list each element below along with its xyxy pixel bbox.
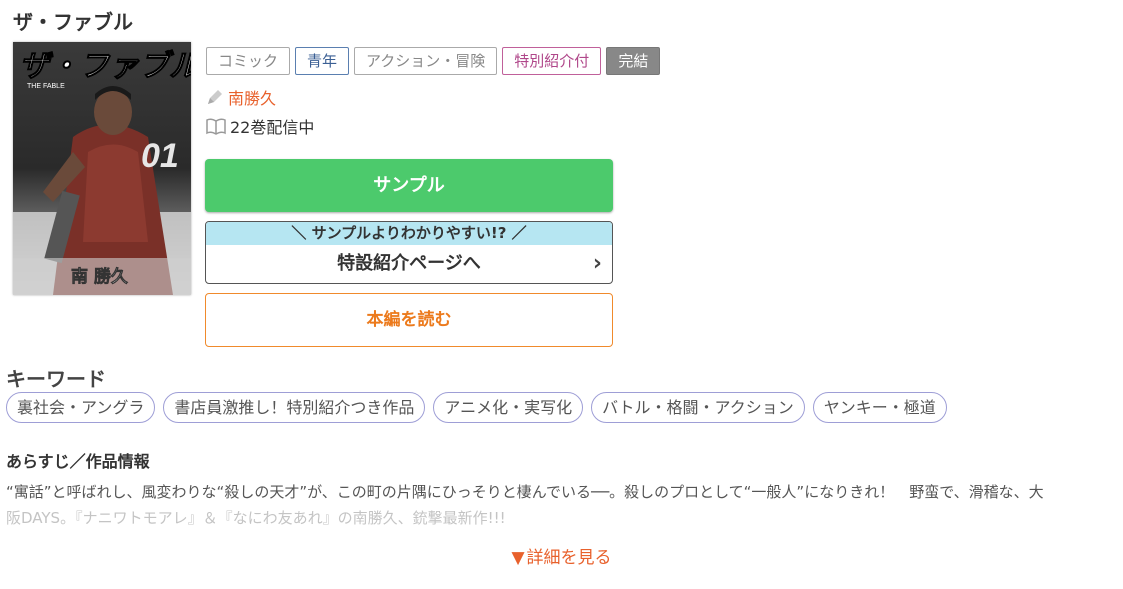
volumes-count: 22巻配信中: [230, 118, 315, 137]
keyword-chip[interactable]: アニメ化・実写化: [433, 392, 584, 423]
synopsis-heading: あらすじ／作品情報: [6, 452, 150, 471]
cover-subtitle: THE FABLE: [27, 83, 65, 90]
show-more-link[interactable]: ▼ 詳細を見る: [0, 543, 1123, 568]
cover-image[interactable]: 01 ザ・ファブル THE FABLE 南 勝久: [13, 42, 191, 295]
volumes-row: 22巻配信中: [206, 114, 314, 138]
synopsis-line-2: 阪DAYS。『ナニワトモアレ』＆『なにわ友あれ』の南勝久、銃撃最新作!!!: [6, 509, 506, 527]
tag-action[interactable]: アクション・冒険: [354, 47, 498, 75]
keywords-heading: キーワード: [6, 367, 106, 391]
cover-volume: 01: [141, 137, 179, 175]
chevron-right-icon: ›: [592, 251, 602, 276]
special-page-button[interactable]: ＼ サンプルよりわかりやすい!? ／ 特設紹介ページへ ›: [205, 221, 613, 284]
synopsis-text: “寓話”と呼ばれし、風変わりな“殺しの天才”が、この町の片隅にひっそりと棲んでい…: [6, 479, 1116, 531]
read-button[interactable]: 本編を読む: [205, 293, 613, 347]
special-page-label-row: 特設紹介ページへ ›: [206, 245, 612, 283]
pen-icon: [208, 90, 222, 104]
tag-comic[interactable]: コミック: [206, 47, 291, 75]
show-more-label: 詳細を見る: [526, 548, 612, 568]
keyword-chip[interactable]: バトル・格闘・アクション: [591, 392, 805, 423]
tag-completed: 完結: [606, 47, 661, 75]
keyword-chip[interactable]: 裏社会・アングラ: [6, 392, 156, 423]
author-row[interactable]: 南勝久: [206, 85, 276, 109]
page-title: ザ・ファブル: [13, 10, 133, 34]
genre-tags: コミック 青年 アクション・冒険 特別紹介付 完結: [206, 47, 661, 75]
keyword-chip[interactable]: ヤンキー・極道: [812, 392, 947, 423]
book-icon: [206, 118, 226, 135]
keyword-chip[interactable]: 書店員激推し！特別紹介つき作品: [163, 392, 426, 423]
special-page-label: 特設紹介ページへ: [337, 253, 481, 274]
synopsis-line-1: “寓話”と呼ばれし、風変わりな“殺しの天才”が、この町の片隅にひっそりと棲んでい…: [6, 483, 1044, 501]
keyword-list: 裏社会・アングラ 書店員激推し！特別紹介つき作品 アニメ化・実写化 バトル・格闘…: [6, 392, 947, 423]
special-banner: ＼ サンプルよりわかりやすい!? ／: [206, 222, 612, 245]
tag-seinen[interactable]: 青年: [295, 47, 350, 75]
cover-title-logo: ザ・ファブル: [19, 49, 191, 84]
author-link[interactable]: 南勝久: [228, 85, 276, 109]
tag-special[interactable]: 特別紹介付: [502, 47, 602, 75]
triangle-down-icon: ▼: [511, 548, 525, 568]
cover-author: 南 勝久: [71, 266, 128, 287]
sample-button[interactable]: サンプル: [205, 159, 613, 212]
